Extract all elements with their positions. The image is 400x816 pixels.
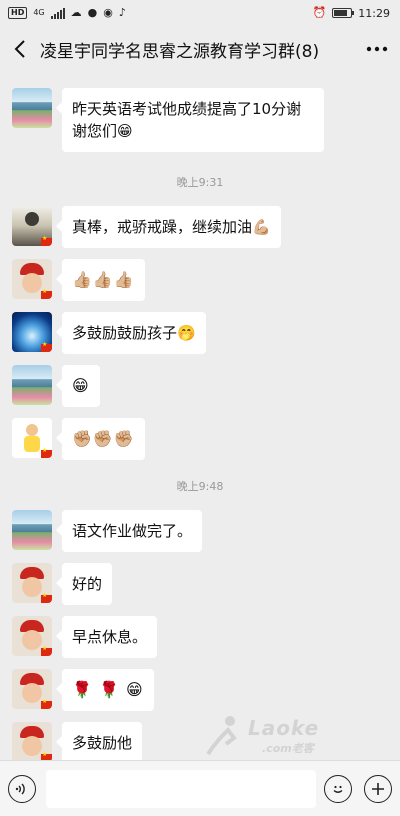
compass-icon: ◉ [103,6,113,19]
avatar[interactable] [12,312,52,352]
message-bubble[interactable]: 早点休息。 [55,616,158,658]
emoji-button[interactable] [324,774,352,803]
status-right: ⏰ 11:29 [313,7,390,20]
smiley-icon [333,785,343,793]
avatar[interactable] [12,206,52,246]
signal-icon [50,7,65,19]
voice-icon [15,783,25,794]
message-bubble[interactable]: 🌹 🌹 😁 [56,669,154,711]
avatar[interactable] [12,418,52,458]
status-left: HD 4G ☁ ● ◉ ♪ [8,7,126,19]
time-separator: 晚上9:31 [176,176,224,189]
chat-title: 凌星宇同学名思睿之源教育学习群(8) [40,41,320,62]
chat-header: 凌星宇同学名思睿之源教育学习群(8) [0,26,400,72]
voice-button[interactable] [8,774,36,803]
message: 昨天英语考试他成绩提高了10分谢谢您们😁 [12,88,324,152]
message: ✊🏼✊🏼✊🏼 [12,418,145,460]
message-bubble[interactable]: 好的 [55,563,113,605]
battery-icon [332,8,355,18]
message-bubble[interactable]: 多鼓励他 [55,722,143,760]
message: 多鼓励他 [12,722,143,760]
message-bubble[interactable]: 😁 [56,365,100,407]
message: 早点休息。 [12,616,158,658]
message: 好的 [12,563,113,605]
hd-badge: HD [8,7,28,19]
flag-icon [41,235,52,246]
flag-icon [41,645,52,656]
flag-icon [41,447,52,458]
battery-fill [334,10,348,16]
message-bubble[interactable]: 多鼓励鼓励孩子🤭 [56,312,206,354]
input-bar [0,760,400,816]
watermark-brand: Laoke [248,716,320,740]
message: 真棒，戒骄戒躁，继续加油💪🏼 [12,206,281,248]
avatar[interactable] [12,365,52,405]
message-bubble[interactable]: 昨天英语考试他成绩提高了10分谢谢您们😁 [56,88,324,152]
message: 🌹 🌹 😁 [12,669,154,711]
message: 👍🏼👍🏼👍🏼 [12,259,145,301]
message: 语文作业做完了。 [12,510,203,552]
plus-icon [372,782,384,795]
flag-icon [41,698,52,709]
message-bubble[interactable]: 👍🏼👍🏼👍🏼 [56,259,145,301]
avatar[interactable] [12,722,52,760]
message-bubble[interactable]: 真棒，戒骄戒躁，继续加油💪🏼 [56,206,281,248]
chat-area[interactable]: 昨天英语考试他成绩提高了10分谢谢您们😁 晚上9:31 真棒，戒骄戒躁，继续加油… [0,72,400,760]
avatar[interactable] [12,616,52,656]
message: 😁 [12,365,100,407]
alarm-icon: ⏰ [312,6,327,19]
back-button[interactable] [0,26,40,72]
flag-icon [41,288,52,299]
cloud-icon: ☁ [70,6,82,19]
status-bar: HD 4G ☁ ● ◉ ♪ ⏰ 11:29 [0,0,400,26]
flag-icon [41,341,52,352]
message-bubble[interactable]: ✊🏼✊🏼✊🏼 [56,418,145,460]
chevron-left-icon [14,40,25,58]
flag-icon [41,592,52,603]
message: 多鼓励鼓励孩子🤭 [12,312,206,354]
avatar[interactable] [12,88,52,128]
plus-button[interactable] [364,774,392,803]
avatar[interactable] [12,563,52,603]
network-type: 4G [33,8,45,17]
runner-logo-icon [206,716,237,756]
more-button[interactable] [354,26,400,72]
qq-icon: ● [87,6,98,19]
avatar[interactable] [12,510,52,550]
watermark-sub: .com老客 [262,742,314,755]
message-input[interactable] [46,769,316,808]
avatar[interactable] [12,259,52,299]
clock: 11:29 [358,6,390,20]
avatar[interactable] [12,669,52,709]
ellipsis-icon [366,46,388,52]
watermark: Laoke .com老客 [200,712,350,762]
time-separator: 晚上9:48 [176,480,224,493]
message-bubble[interactable]: 语文作业做完了。 [55,510,203,552]
tiktok-icon: ♪ [118,6,126,19]
